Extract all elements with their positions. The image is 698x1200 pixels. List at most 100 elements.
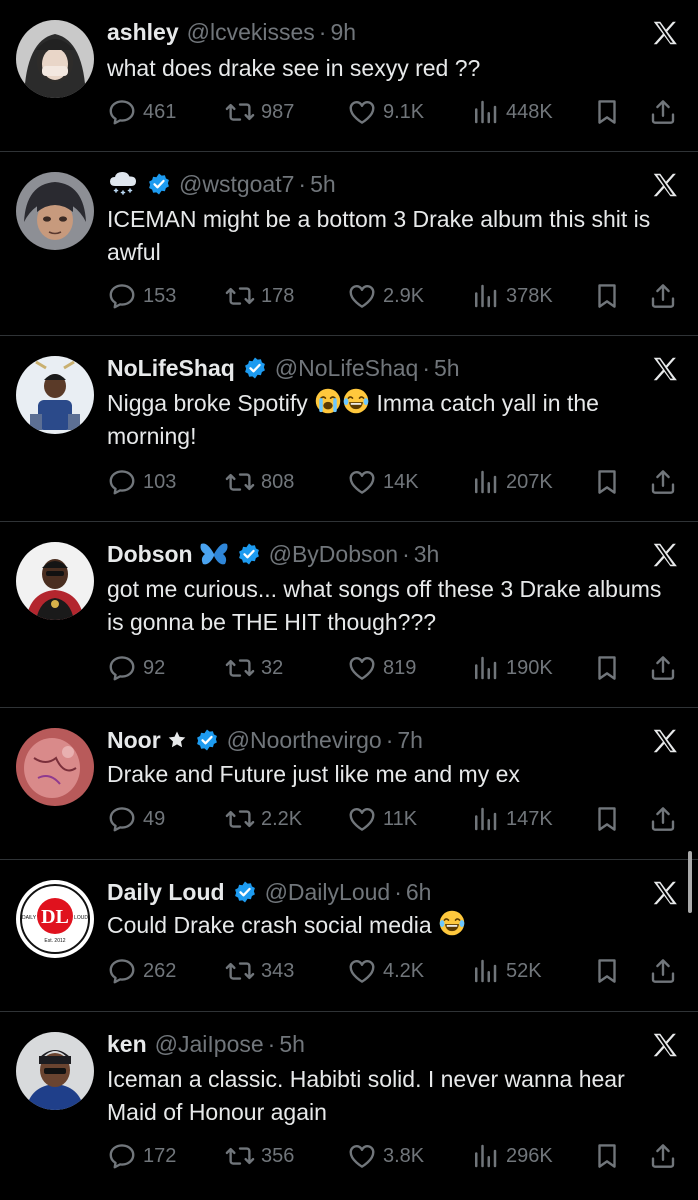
verified-badge-icon	[195, 728, 219, 752]
avatar[interactable]: DL DAILY LOUD Est. 2012	[16, 880, 94, 958]
repost-button[interactable]: 987	[225, 95, 294, 129]
share-button[interactable]	[648, 954, 678, 988]
bookmark-button[interactable]	[592, 95, 622, 129]
timestamp[interactable]: 5h	[279, 1031, 305, 1058]
share-button[interactable]	[648, 465, 678, 499]
repost-icon	[225, 281, 255, 311]
user-handle[interactable]: @JaiIpose	[155, 1031, 264, 1058]
view-count: 207K	[506, 470, 553, 493]
user-handle[interactable]: @Noorthevirgo	[227, 727, 382, 754]
like-count: 819	[383, 656, 417, 679]
tweet[interactable]: ken @JaiIpose · 5h Iceman a classic. Hab…	[0, 1012, 698, 1200]
timestamp[interactable]: 5h	[310, 171, 336, 198]
views-button[interactable]: 190K	[470, 651, 553, 685]
bookmark-icon	[592, 97, 622, 127]
like-button[interactable]: 819	[347, 651, 416, 685]
views-button[interactable]: 378K	[470, 279, 553, 313]
repost-button[interactable]: 356	[225, 1139, 294, 1173]
tweet[interactable]: DL DAILY LOUD Est. 2012 Daily Loud @Dail…	[0, 860, 698, 1012]
share-icon	[648, 804, 678, 834]
like-button[interactable]: 9.1K	[347, 95, 424, 129]
display-name[interactable]: ashley	[107, 19, 179, 46]
reply-button[interactable]: 49	[107, 802, 165, 836]
like-button[interactable]: 2.9K	[347, 279, 424, 313]
avatar[interactable]	[16, 356, 94, 434]
bookmark-button[interactable]	[592, 465, 622, 499]
tweet[interactable]: Dobson @ByDobson · 3h got me curious... …	[0, 522, 698, 708]
timestamp[interactable]: 6h	[406, 879, 432, 906]
loudly-crying-face-emoji	[314, 387, 342, 415]
tweet-actions: 49 2.2K 11K 147K	[107, 802, 680, 836]
repost-count: 343	[261, 959, 295, 982]
views-button[interactable]: 448K	[470, 95, 553, 129]
user-handle[interactable]: @ByDobson	[269, 541, 398, 568]
repost-button[interactable]: 343	[225, 954, 294, 988]
share-button[interactable]	[648, 95, 678, 129]
display-name[interactable]: Daily Loud	[107, 879, 225, 906]
repost-button[interactable]: 32	[225, 651, 283, 685]
timestamp[interactable]: 7h	[397, 727, 423, 754]
timestamp[interactable]: 3h	[414, 541, 440, 568]
display-name[interactable]: ken	[107, 1031, 147, 1058]
bookmark-button[interactable]	[592, 954, 622, 988]
views-button[interactable]: 147K	[470, 802, 553, 836]
tweet[interactable]: ashley @lcvekisses · 9h what does drake …	[0, 0, 698, 152]
share-button[interactable]	[648, 279, 678, 313]
tweet[interactable]: @wstgoat7 · 5h ICEMAN might be a bottom …	[0, 152, 698, 336]
avatar[interactable]	[16, 542, 94, 620]
reply-icon	[107, 97, 137, 127]
logo-est-text: Est. 2012	[44, 938, 65, 944]
reply-button[interactable]: 103	[107, 465, 176, 499]
reply-button[interactable]: 461	[107, 95, 176, 129]
bookmark-button[interactable]	[592, 802, 622, 836]
views-button[interactable]: 207K	[470, 465, 553, 499]
share-button[interactable]	[648, 1139, 678, 1173]
tweet[interactable]: NoLifeShaq @NoLifeShaq · 5h Nigga broke …	[0, 336, 698, 522]
user-handle[interactable]: @NoLifeShaq	[275, 355, 419, 382]
bookmark-button[interactable]	[592, 1139, 622, 1173]
repost-button[interactable]: 808	[225, 465, 294, 499]
display-name[interactable]: Noor	[107, 727, 161, 754]
like-button[interactable]: 14K	[347, 465, 419, 499]
display-name[interactable]: NoLifeShaq	[107, 355, 235, 382]
views-button[interactable]: 52K	[470, 954, 542, 988]
like-button[interactable]: 11K	[347, 802, 417, 836]
reply-count: 153	[143, 284, 177, 307]
reply-button[interactable]: 92	[107, 651, 165, 685]
bookmark-button[interactable]	[592, 279, 622, 313]
avatar[interactable]	[16, 20, 94, 98]
share-icon	[648, 956, 678, 986]
bookmark-icon	[592, 653, 622, 683]
tweet[interactable]: Noor @Noorthevirgo · 7h Drake and Future…	[0, 708, 698, 860]
like-button[interactable]: 3.8K	[347, 1139, 424, 1173]
repost-icon	[225, 653, 255, 683]
user-handle[interactable]: @lcvekisses	[187, 19, 315, 46]
avatar[interactable]	[16, 1032, 94, 1110]
reply-button[interactable]: 153	[107, 279, 176, 313]
bookmark-button[interactable]	[592, 651, 622, 685]
repost-count: 178	[261, 284, 295, 307]
heart-icon	[347, 804, 377, 834]
repost-icon	[225, 97, 255, 127]
share-button[interactable]	[648, 802, 678, 836]
butterfly-icon	[199, 541, 229, 567]
share-button[interactable]	[648, 651, 678, 685]
user-handle[interactable]: @DailyLoud	[265, 879, 391, 906]
timestamp[interactable]: 5h	[434, 355, 460, 382]
views-button[interactable]: 296K	[470, 1139, 553, 1173]
avatar[interactable]	[16, 728, 94, 806]
reply-button[interactable]: 172	[107, 1139, 176, 1173]
scrollbar[interactable]	[688, 851, 692, 913]
bookmark-icon	[592, 1141, 622, 1171]
user-handle[interactable]: @wstgoat7	[179, 171, 294, 198]
verified-badge-icon	[147, 172, 171, 196]
tweet-actions: 172 356 3.8K 296K	[107, 1139, 680, 1173]
separator-dot: ·	[267, 1030, 276, 1057]
avatar[interactable]	[16, 172, 94, 250]
timestamp[interactable]: 9h	[330, 19, 356, 46]
display-name[interactable]: Dobson	[107, 541, 193, 568]
repost-button[interactable]: 178	[225, 279, 294, 313]
reply-button[interactable]: 262	[107, 954, 176, 988]
repost-button[interactable]: 2.2K	[225, 802, 302, 836]
like-button[interactable]: 4.2K	[347, 954, 424, 988]
